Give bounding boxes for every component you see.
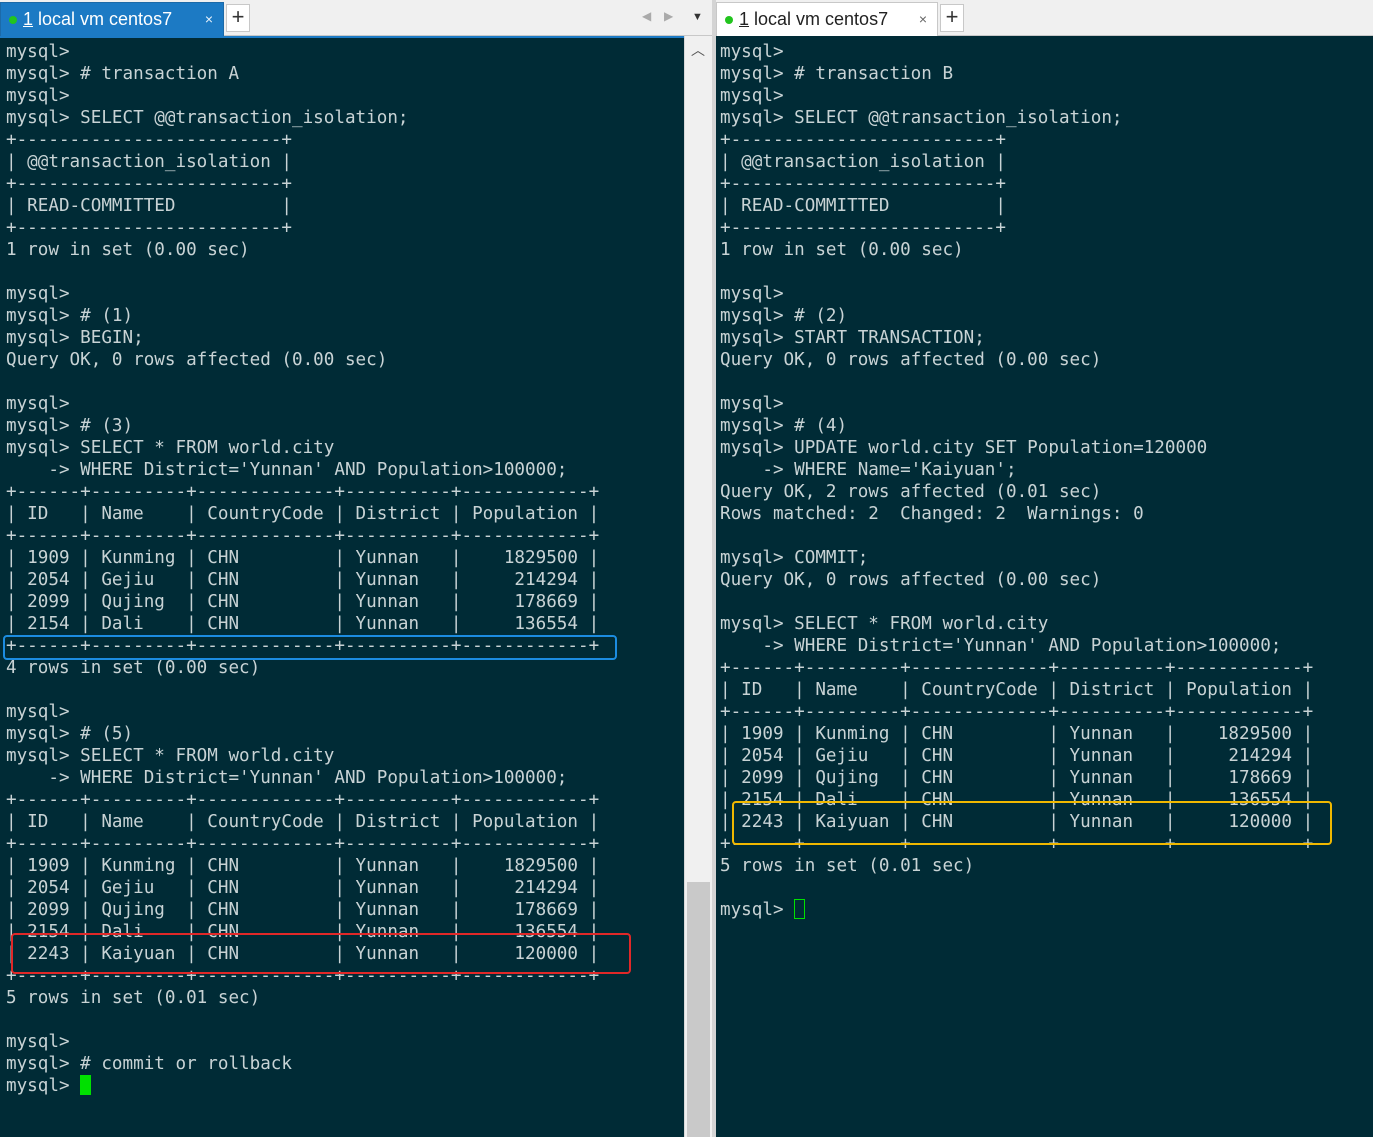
chevron-up-icon[interactable]: ︿ (691, 40, 705, 60)
tab-bar-left: 1 local vm centos7 × + ◀ ▶ ▼ (0, 0, 712, 36)
scrollbar[interactable]: ︿ (684, 36, 712, 1137)
cursor-icon (794, 899, 806, 919)
close-tab-icon[interactable]: × (919, 10, 927, 28)
close-tab-icon[interactable]: × (205, 10, 213, 28)
tab-local-vm-centos7-left[interactable]: 1 local vm centos7 × (0, 2, 224, 36)
tab-number: 1 (739, 9, 750, 29)
terminal-log: mysql> mysql> # transaction B mysql> mys… (720, 42, 1314, 876)
highlight-box-red (11, 933, 631, 974)
tab-local-vm-centos7-right[interactable]: 1 local vm centos7 × (716, 2, 938, 36)
terminal-prompt: mysql> (6, 1076, 81, 1096)
scroll-thumb[interactable] (687, 882, 710, 1137)
tab-title: local vm centos7 (749, 9, 889, 29)
new-tab-button[interactable]: + (940, 4, 964, 32)
terminal-log: mysql> mysql> # transaction A mysql> mys… (6, 42, 600, 1074)
chevron-right-icon[interactable]: ▶ (664, 9, 673, 23)
highlight-box-yellow (732, 801, 1332, 845)
terminal-pane-right[interactable]: mysql> mysql> # transaction B mysql> mys… (716, 36, 1373, 1137)
terminal-prompt: mysql> (720, 900, 795, 920)
connected-status-icon (725, 15, 733, 24)
tab-title: local vm centos7 (33, 9, 173, 29)
new-tab-button[interactable]: + (226, 4, 250, 32)
highlight-box-blue (3, 635, 617, 660)
tab-bar-right: 1 local vm centos7 × + (716, 0, 1373, 36)
connected-status-icon (9, 15, 17, 24)
chevron-left-icon[interactable]: ◀ (642, 9, 651, 23)
triangle-down-icon[interactable]: ▼ (692, 11, 703, 23)
cursor-icon (80, 1075, 92, 1095)
terminal-output: mysql> mysql> # transaction B mysql> mys… (720, 41, 1313, 921)
tab-number: 1 (23, 9, 34, 29)
